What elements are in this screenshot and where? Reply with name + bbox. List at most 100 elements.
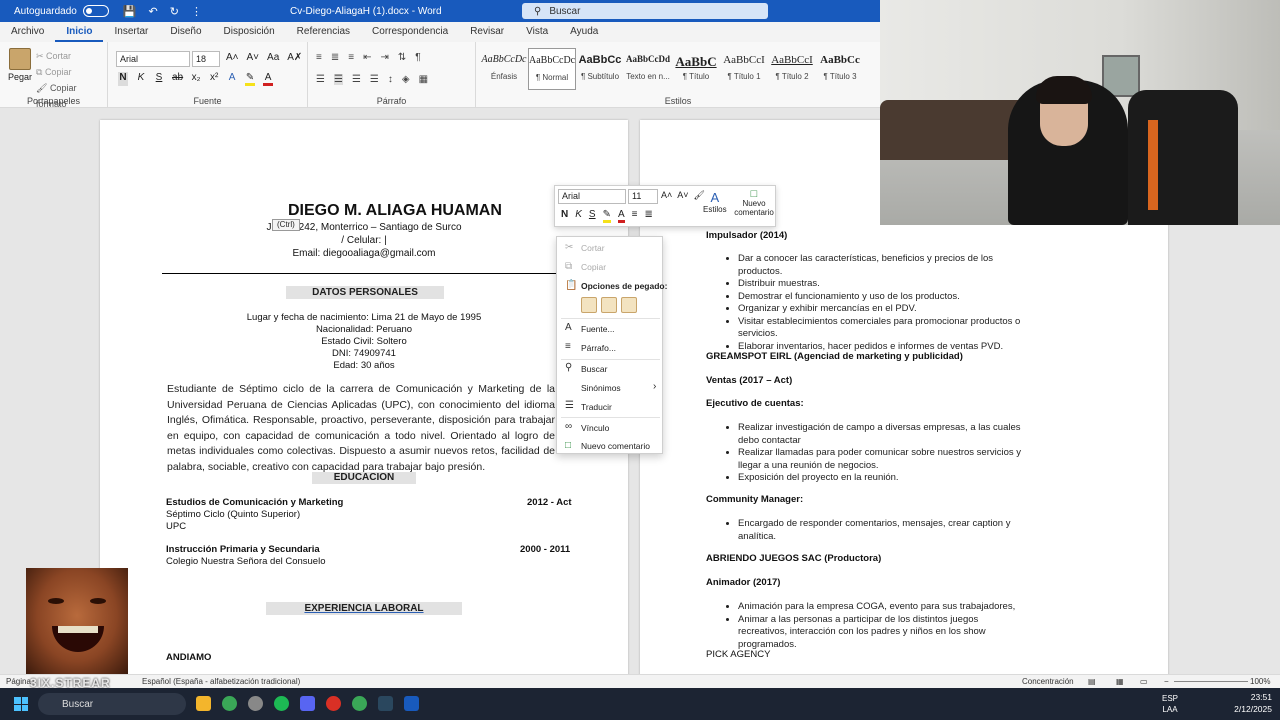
multilevel-icon[interactable]: ≡ xyxy=(348,52,354,63)
steam-icon[interactable] xyxy=(378,696,393,711)
ctx-link[interactable]: Vínculo xyxy=(581,423,609,433)
change-case-icon[interactable]: Aa xyxy=(267,52,279,63)
paste-keep-format-icon[interactable] xyxy=(581,297,597,313)
ctx-new-comment[interactable]: Nuevo comentario xyxy=(581,441,650,451)
read-mode-icon[interactable]: ▤ xyxy=(1088,677,1096,686)
font-name-select[interactable]: Arial xyxy=(116,51,190,67)
shading-icon[interactable]: ◈ xyxy=(402,74,410,85)
grow-font-icon[interactable]: A˄ xyxy=(226,52,239,63)
discord-icon[interactable] xyxy=(300,696,315,711)
strikethrough-button[interactable]: ab xyxy=(172,72,183,86)
sort-icon[interactable]: ⇅ xyxy=(398,52,406,63)
input-language[interactable]: ESP LAA xyxy=(1162,693,1178,715)
highlight-icon[interactable]: ✎ xyxy=(602,209,611,223)
tab-vista[interactable]: Vista xyxy=(515,22,559,42)
shrink-font-icon[interactable]: A˅ xyxy=(677,190,688,201)
subscript-button[interactable]: x₂ xyxy=(191,72,201,86)
customize-icon[interactable]: ⋮ xyxy=(191,5,202,18)
windows-start-icon[interactable] xyxy=(14,697,28,711)
clear-format-icon[interactable]: A✗ xyxy=(287,52,302,63)
shrink-font-icon[interactable]: A˅ xyxy=(247,52,260,63)
style-texto-negrita[interactable]: AaBbCcDd Texto en n... xyxy=(624,48,672,90)
justify-icon[interactable]: ☰ xyxy=(370,74,379,85)
zoom-out-icon[interactable]: − xyxy=(1164,677,1169,686)
print-layout-icon[interactable]: ▦ xyxy=(1116,677,1124,686)
bullets-icon[interactable]: ≡ xyxy=(316,52,322,63)
superscript-button[interactable]: x² xyxy=(209,72,219,86)
tab-ayuda[interactable]: Ayuda xyxy=(559,22,609,42)
increase-indent-icon[interactable]: ⇥ xyxy=(380,52,388,63)
style-titulo-3[interactable]: AaBbCc ¶ Título 3 xyxy=(816,48,864,90)
style-titulo[interactable]: AaBbC ¶ Título xyxy=(672,48,720,90)
tab-diseno[interactable]: Diseño xyxy=(159,22,212,42)
paste-button[interactable]: Pegar xyxy=(8,48,32,82)
focus-mode[interactable]: Concentración xyxy=(1022,677,1074,686)
tab-revisar[interactable]: Revisar xyxy=(459,22,515,42)
mini-font-select[interactable]: Arial xyxy=(558,189,626,204)
word-icon[interactable] xyxy=(404,696,419,711)
tab-inicio[interactable]: Inicio xyxy=(55,22,104,42)
ctx-font[interactable]: Fuente... xyxy=(581,324,615,334)
borders-icon[interactable]: ▦ xyxy=(419,74,428,85)
chrome-profile-2-icon[interactable] xyxy=(352,696,367,711)
chrome-profile-icon[interactable] xyxy=(326,696,341,711)
show-marks-icon[interactable]: ¶ xyxy=(415,52,420,63)
mini-new-comment-button[interactable]: □ Nuevo comentario xyxy=(733,189,775,218)
file-explorer-icon[interactable] xyxy=(196,696,211,711)
italic-icon[interactable]: K xyxy=(575,209,582,223)
tab-correspondencia[interactable]: Correspondencia xyxy=(361,22,459,42)
ctx-translate[interactable]: Traducir xyxy=(581,402,612,412)
underline-button[interactable]: S xyxy=(154,72,164,86)
font-color-button[interactable]: A xyxy=(263,72,274,86)
line-spacing-icon[interactable]: ↕ xyxy=(388,74,393,85)
style-titulo-2[interactable]: AaBbCcI ¶ Título 2 xyxy=(768,48,816,90)
search-input[interactable]: ⚲ Buscar xyxy=(522,3,768,19)
mini-size-select[interactable]: 11 xyxy=(628,189,658,204)
language-indicator[interactable]: Español (España - alfabetización tradici… xyxy=(142,677,300,686)
undo-icon[interactable]: ↶ xyxy=(149,5,158,18)
web-layout-icon[interactable]: ▭ xyxy=(1140,677,1148,686)
tab-insertar[interactable]: Insertar xyxy=(103,22,159,42)
style-subtitulo[interactable]: AaBbCc ¶ Subtítulo xyxy=(576,48,624,90)
align-right-icon[interactable]: ☰ xyxy=(352,74,361,85)
spotify-icon[interactable] xyxy=(274,696,289,711)
system-clock[interactable]: 23:51 2/12/2025 xyxy=(1234,691,1272,715)
taskbar-search[interactable]: Buscar xyxy=(38,693,186,715)
numbering-icon[interactable]: ≣ xyxy=(644,209,652,223)
font-color-icon[interactable]: A xyxy=(617,209,625,223)
paste-picture-icon[interactable] xyxy=(621,297,637,313)
ctx-cut[interactable]: Cortar xyxy=(581,243,605,253)
numbering-icon[interactable]: ≣ xyxy=(331,52,339,63)
tab-disposicion[interactable]: Disposición xyxy=(213,22,286,42)
underline-icon[interactable]: S xyxy=(589,209,596,223)
align-left-icon[interactable]: ☰ xyxy=(316,74,325,85)
tab-archivo[interactable]: Archivo xyxy=(0,22,55,42)
text-effects-button[interactable]: A xyxy=(227,72,237,86)
decrease-indent-icon[interactable]: ⇤ xyxy=(363,52,371,63)
bold-button[interactable]: N xyxy=(118,72,128,86)
ctx-copy[interactable]: Copiar xyxy=(581,262,606,272)
save-icon[interactable]: 💾 xyxy=(123,5,137,18)
redo-icon[interactable]: ↻ xyxy=(170,5,179,18)
page-1[interactable]: DIEGO M. ALIAGA HUAMAN Jr. ...in 242, Mo… xyxy=(100,120,628,674)
grow-font-icon[interactable]: A˄ xyxy=(661,190,672,201)
align-center-icon[interactable]: ☰ xyxy=(333,74,343,85)
github-icon[interactable] xyxy=(248,696,263,711)
page-indicator[interactable]: Página xyxy=(6,677,31,686)
zoom-slider[interactable] xyxy=(1174,681,1248,682)
bold-icon[interactable]: N xyxy=(561,209,568,223)
highlight-icon[interactable]: ✎ xyxy=(245,72,256,86)
bullets-icon[interactable]: ≡ xyxy=(632,209,638,223)
chrome-icon[interactable] xyxy=(222,696,237,711)
ctx-search[interactable]: Buscar xyxy=(581,364,607,374)
style-enfasis[interactable]: AaBbCcDc Énfasis xyxy=(480,48,528,90)
italic-button[interactable]: K xyxy=(136,72,146,86)
font-size-select[interactable]: 18 xyxy=(192,51,220,67)
paste-options-tag[interactable]: (Ctrl) xyxy=(272,219,300,231)
cut-button[interactable]: ✂ Cortar xyxy=(36,48,107,64)
copy-button[interactable]: ⧉ Copiar xyxy=(36,64,107,80)
paste-merge-format-icon[interactable] xyxy=(601,297,617,313)
ctx-synonyms[interactable]: Sinónimos xyxy=(581,383,621,393)
tab-referencias[interactable]: Referencias xyxy=(286,22,361,42)
mini-styles-button[interactable]: A Estilos xyxy=(703,190,727,214)
